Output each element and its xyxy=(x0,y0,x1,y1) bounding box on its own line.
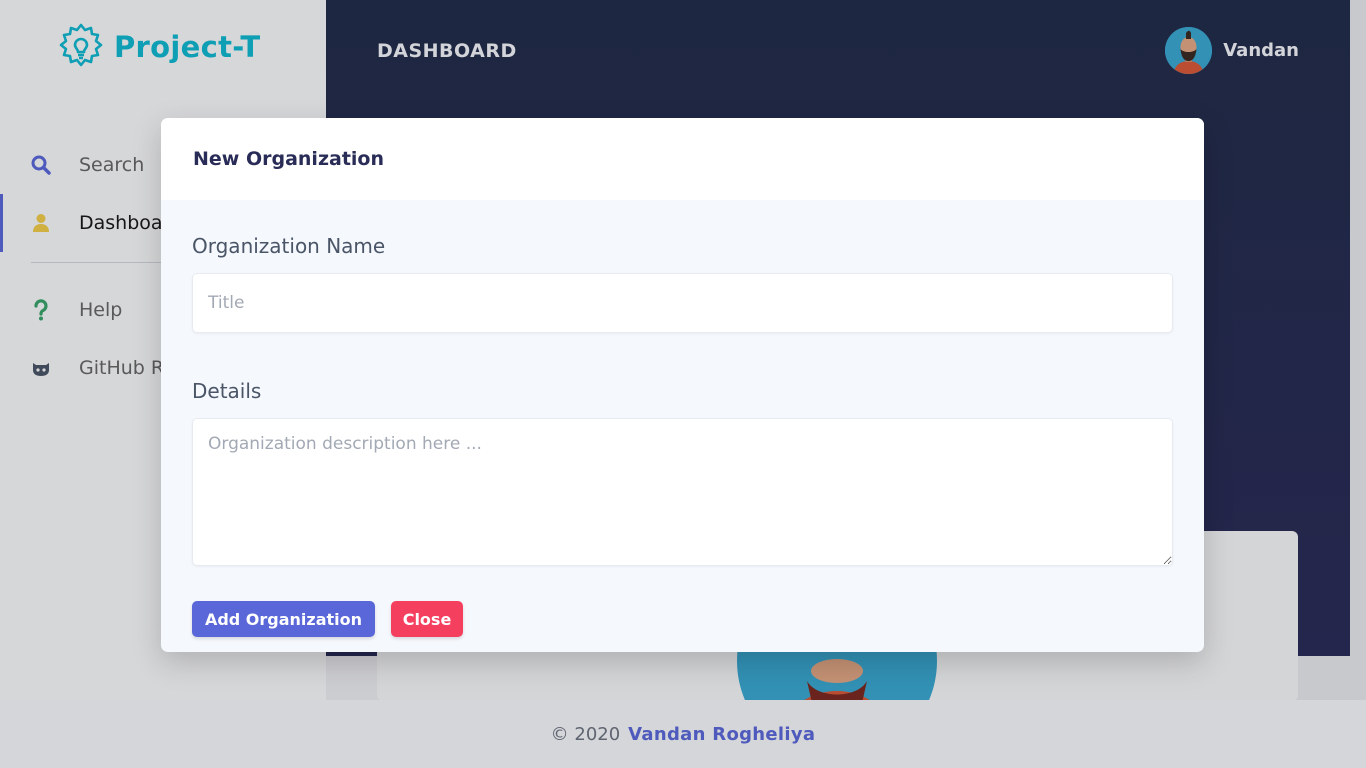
organization-name-label: Organization Name xyxy=(192,234,386,258)
close-button[interactable]: Close xyxy=(391,601,463,637)
modal-actions: Add Organization Close xyxy=(192,601,1173,637)
new-organization-modal: New Organization Organization Name Detai… xyxy=(161,118,1204,652)
modal-header: New Organization xyxy=(161,118,1204,200)
organization-name-input[interactable] xyxy=(192,273,1173,333)
modal-title: New Organization xyxy=(193,148,384,170)
modal-body: Organization Name Details Add Organizati… xyxy=(161,200,1204,637)
add-organization-button[interactable]: Add Organization xyxy=(192,601,375,637)
details-label: Details xyxy=(192,379,262,403)
details-textarea[interactable] xyxy=(192,418,1173,566)
